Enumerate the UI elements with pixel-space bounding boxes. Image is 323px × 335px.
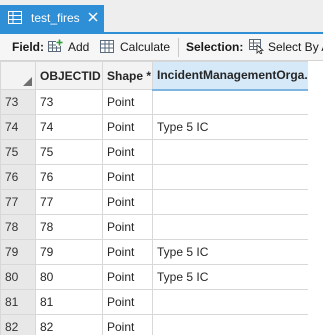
row-number[interactable]: 74 [0, 114, 36, 140]
row-number[interactable]: 81 [0, 289, 36, 315]
cell-shape[interactable]: Point [102, 139, 153, 165]
row-number[interactable]: 78 [0, 214, 36, 240]
cell-shape[interactable]: Point [102, 89, 153, 115]
table-row[interactable]: 79 79 Point Type 5 IC [0, 239, 309, 265]
toolbar-divider [178, 38, 179, 57]
calculate-icon[interactable] [100, 39, 115, 54]
cell-incident-management-org[interactable]: Type 5 IC [152, 114, 309, 140]
row-number[interactable]: 75 [0, 139, 36, 165]
row-number[interactable]: 79 [0, 239, 36, 265]
cell-objectid[interactable]: 74 [35, 114, 103, 140]
row-number[interactable]: 73 [0, 89, 36, 115]
tab-test-fires[interactable]: test_fires [0, 5, 104, 32]
cell-objectid[interactable]: 81 [35, 289, 103, 315]
row-number[interactable]: 76 [0, 164, 36, 190]
row-number[interactable]: 80 [0, 264, 36, 290]
cell-incident-management-org[interactable] [152, 139, 309, 165]
cell-incident-management-org[interactable] [152, 314, 309, 335]
cell-shape[interactable]: Point [102, 164, 153, 190]
cell-shape[interactable]: Point [102, 289, 153, 315]
cell-shape[interactable]: Point [102, 214, 153, 240]
cell-shape[interactable]: Point [102, 264, 153, 290]
table-row[interactable]: 82 82 Point [0, 314, 309, 335]
grid-empty-area [308, 61, 323, 335]
row-number[interactable]: 77 [0, 189, 36, 215]
cell-incident-management-org[interactable] [152, 164, 309, 190]
cell-incident-management-org[interactable] [152, 89, 309, 115]
cell-objectid[interactable]: 78 [35, 214, 103, 240]
cell-objectid[interactable]: 80 [35, 264, 103, 290]
corner-triangle-icon [23, 77, 32, 86]
cell-objectid[interactable]: 76 [35, 164, 103, 190]
tab-title: test_fires [31, 11, 80, 25]
cell-incident-management-org[interactable]: Type 5 IC [152, 264, 309, 290]
cell-objectid[interactable]: 82 [35, 314, 103, 335]
cell-incident-management-org[interactable]: Type 5 IC [152, 239, 309, 265]
cell-shape[interactable]: Point [102, 239, 153, 265]
table-icon [8, 11, 22, 24]
table-toolbar: Field: Add Calculate Selection: Select B… [0, 34, 323, 61]
table-row[interactable]: 74 74 Point Type 5 IC [0, 114, 309, 140]
column-header-incident-management-org[interactable]: IncidentManagementOrga... [152, 61, 309, 91]
close-icon[interactable] [86, 10, 100, 24]
select-all-corner[interactable] [0, 61, 36, 90]
table-row[interactable]: 73 73 Point [0, 89, 309, 115]
calculate-button[interactable]: Calculate [120, 40, 170, 54]
selection-label: Selection: [186, 40, 244, 54]
cell-shape[interactable]: Point [102, 114, 153, 140]
table-row[interactable]: 81 81 Point [0, 289, 309, 315]
table-row[interactable]: 80 80 Point Type 5 IC [0, 264, 309, 290]
cell-incident-management-org[interactable] [152, 289, 309, 315]
field-label: Field: [12, 40, 44, 54]
cell-shape[interactable]: Point [102, 314, 153, 335]
row-number[interactable]: 82 [0, 314, 36, 335]
attribute-table: OBJECTID * Shape * IncidentManagementOrg… [0, 61, 323, 335]
column-header-objectid[interactable]: OBJECTID * [35, 61, 103, 90]
add-field-icon[interactable] [48, 39, 63, 54]
cell-objectid[interactable]: 73 [35, 89, 103, 115]
table-body: 73 73 Point 74 74 Point Type 5 IC 75 75 Point 76 76… [0, 89, 309, 335]
table-row[interactable]: 77 77 Point [0, 189, 309, 215]
cell-objectid[interactable]: 77 [35, 189, 103, 215]
select-by-icon[interactable] [249, 39, 265, 55]
tab-strip: test_fires [0, 0, 323, 32]
table-row[interactable]: 75 75 Point [0, 139, 309, 165]
cell-shape[interactable]: Point [102, 189, 153, 215]
cell-objectid[interactable]: 79 [35, 239, 103, 265]
cell-objectid[interactable]: 75 [35, 139, 103, 165]
table-row[interactable]: 76 76 Point [0, 164, 309, 190]
column-header-shape[interactable]: Shape * [102, 61, 153, 90]
select-by-attributes-button[interactable]: Select By A [268, 40, 323, 54]
add-field-button[interactable]: Add [68, 40, 89, 54]
header-row: OBJECTID * Shape * IncidentManagementOrg… [0, 61, 309, 91]
cell-incident-management-org[interactable] [152, 214, 309, 240]
table-row[interactable]: 78 78 Point [0, 214, 309, 240]
cell-incident-management-org[interactable] [152, 189, 309, 215]
